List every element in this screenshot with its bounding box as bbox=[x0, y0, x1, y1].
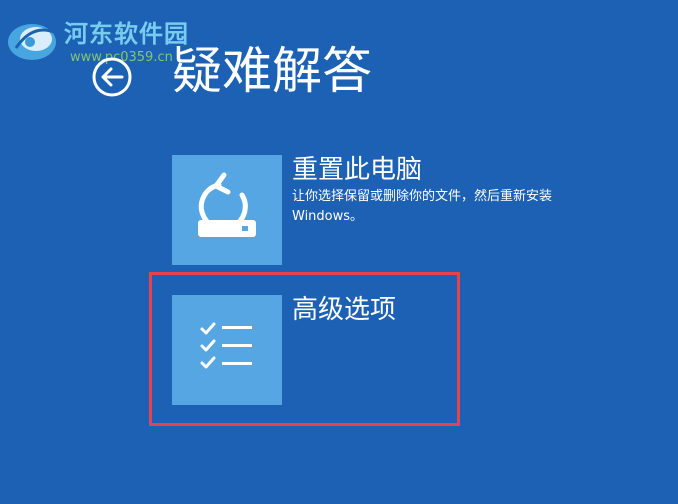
watermark-title: 河东软件园 bbox=[64, 19, 189, 48]
reset-pc-title: 重置此电脑 bbox=[292, 155, 423, 185]
page-title: 疑难解答 bbox=[172, 42, 372, 100]
advanced-options-tile bbox=[172, 295, 282, 405]
reset-pc-icon bbox=[198, 172, 256, 237]
back-button[interactable] bbox=[91, 56, 133, 98]
advanced-options-option[interactable]: 高级选项 bbox=[172, 295, 452, 405]
reset-pc-option[interactable]: 重置此电脑 让你选择保留或删除你的文件，然后重新安装 Windows。 bbox=[172, 155, 552, 265]
advanced-options-title: 高级选项 bbox=[292, 295, 397, 325]
watermark-logo-icon bbox=[8, 24, 56, 60]
back-arrow-icon bbox=[92, 57, 132, 97]
troubleshoot-screen: 河东软件园 www.pc0359.cn 疑难解答 重置此电脑 让你选择保留或删除… bbox=[0, 0, 678, 504]
reset-pc-tile bbox=[172, 155, 282, 265]
checklist-icon bbox=[200, 322, 252, 369]
reset-pc-description: 让你选择保留或删除你的文件，然后重新安装 Windows。 bbox=[292, 189, 553, 224]
